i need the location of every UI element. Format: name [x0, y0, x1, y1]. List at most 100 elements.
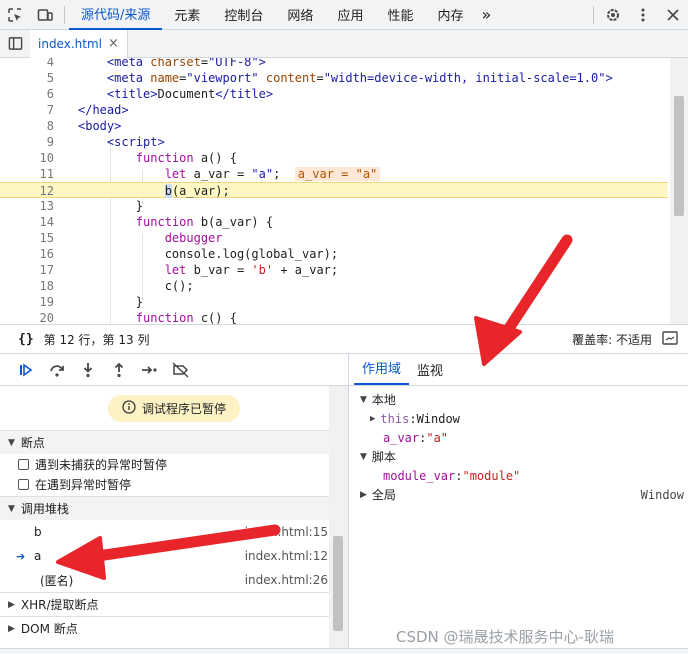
scope-a-var-row[interactable]: a_var: "a"	[350, 428, 688, 447]
scope-this-row[interactable]: ▶ this: Window	[350, 409, 688, 428]
dom-breakpoints-header[interactable]: ▶ DOM 断点	[0, 616, 348, 640]
scrollbar-thumb[interactable]	[333, 536, 343, 631]
scope-global-label: 全局	[371, 488, 396, 502]
code-line: 20 function c() {	[39, 311, 237, 324]
scope-local-label: 本地	[371, 393, 396, 407]
tab-application[interactable]: 应用	[325, 0, 375, 30]
code-line: 14 function b(a_var) {	[39, 215, 274, 229]
pause-uncaught-checkbox[interactable]	[18, 458, 29, 470]
this-key: this	[380, 411, 410, 426]
toggle-navigator-icon[interactable]	[0, 30, 30, 58]
code-line: 17 let b_var = 'b' + a_var;	[39, 263, 339, 277]
code-line: 16 console.log(global_var);	[39, 247, 339, 261]
watermark: CSDN @瑞晟技术服务中心-耿瑞	[396, 628, 614, 646]
callstack-frame[interactable]: b index.html:15	[0, 520, 348, 544]
paused-banner: 调试程序已暂停	[0, 386, 348, 430]
frame-name: b	[34, 525, 42, 539]
scrollbar-thumb[interactable]	[674, 96, 684, 216]
tab-console[interactable]: 控制台	[212, 0, 275, 30]
code-line: 13 }	[39, 199, 144, 213]
scope-local[interactable]: ▼ 本地	[350, 390, 688, 409]
pause-caught-label: 在遇到异常时暂停	[35, 477, 132, 492]
frame-location[interactable]: index.html:15	[245, 525, 328, 539]
file-tab-bar: index.html ×	[0, 29, 688, 58]
resume-icon[interactable]	[10, 356, 41, 384]
close-file-icon[interactable]: ×	[108, 36, 119, 51]
drawer-tab-strip	[0, 648, 688, 654]
coverage-status: 覆盖率: 不适用	[572, 332, 652, 347]
screenshot-icon[interactable]	[662, 330, 678, 348]
pause-caught-checkbox[interactable]	[18, 478, 29, 490]
step-over-icon[interactable]	[41, 356, 72, 384]
more-tabs-button[interactable]: »	[475, 0, 497, 30]
callstack-title: 调用堆栈	[20, 502, 69, 516]
global-value: Window	[640, 487, 684, 502]
pretty-print-button[interactable]: {}	[18, 332, 34, 347]
callstack-frame[interactable]: (匿名) index.html:26	[0, 568, 348, 592]
code-line: 5 <meta name="viewport" content="width=d…	[46, 71, 613, 85]
scope-script[interactable]: ▼ 脚本	[350, 447, 688, 466]
scope-global[interactable]: ▶ 全局 Window	[350, 485, 688, 504]
tab-performance[interactable]: 性能	[375, 0, 425, 30]
frame-name: a	[34, 549, 42, 563]
breakpoints-title: 断点	[20, 436, 45, 450]
scope-pane: 作用域 监视 ▼ 本地 ▶ this: Window a_var: "a" ▼ …	[350, 354, 688, 654]
sidebar-scrollbar[interactable]	[329, 386, 348, 654]
tab-elements[interactable]: 元素	[162, 0, 212, 30]
step-out-icon[interactable]	[103, 356, 134, 384]
inspect-element-icon[interactable]	[0, 0, 30, 30]
xhr-breakpoints-header[interactable]: ▶ XHR/提取断点	[0, 592, 348, 616]
dom-title: DOM 断点	[20, 622, 78, 636]
tab-scope[interactable]: 作用域	[354, 358, 410, 385]
cursor-position: 第 12 行，第 13 列	[43, 332, 150, 347]
a-var-value: "a"	[426, 430, 449, 445]
paused-text: 调试程序已暂停	[141, 401, 226, 416]
file-tab-label: index.html	[38, 36, 102, 51]
code-editor[interactable]: 4 <meta charset="UTF-8"> 5 <meta name="v…	[0, 58, 688, 324]
frame-location[interactable]: index.html:12	[245, 549, 328, 563]
pause-caught-row[interactable]: 在遇到异常时暂停	[0, 474, 348, 494]
device-toolbar-icon[interactable]	[30, 0, 60, 30]
inline-value-badge: a_var = "a"	[294, 167, 381, 181]
code-line: 18 c();	[39, 279, 194, 293]
more-options-icon[interactable]	[628, 0, 658, 30]
frame-location[interactable]: index.html:26	[245, 573, 328, 587]
close-icon[interactable]	[658, 0, 688, 30]
frame-name: (匿名)	[40, 573, 74, 588]
code-line: 7 </head>	[46, 103, 129, 117]
tab-memory[interactable]: 内存	[425, 0, 475, 30]
deactivate-breakpoints-icon[interactable]	[165, 356, 196, 384]
scope-module-var-row[interactable]: module_var: "module"	[350, 466, 688, 485]
scope-script-label: 脚本	[371, 450, 396, 464]
module-var-key: module_var	[383, 468, 456, 483]
toolbar-divider	[64, 5, 65, 24]
module-var-value: "module"	[462, 468, 521, 483]
tab-sources[interactable]: 源代码/来源	[69, 0, 163, 30]
file-tab-index[interactable]: index.html ×	[30, 29, 128, 58]
expanded-triangle-icon: ▼	[8, 503, 15, 514]
editor-scrollbar[interactable]	[670, 58, 688, 324]
editor-status-bar: {} 第 12 行，第 13 列 覆盖率: 不适用	[0, 324, 688, 354]
step-into-icon[interactable]	[72, 356, 103, 384]
collapsed-triangle-icon: ▶	[370, 413, 376, 424]
tab-watch[interactable]: 监视	[409, 360, 451, 385]
pause-uncaught-row[interactable]: 遇到未捕获的异常时暂停	[0, 454, 348, 474]
code-line: 15 debugger	[39, 231, 223, 245]
expanded-triangle-icon: ▼	[8, 437, 15, 448]
tab-network[interactable]: 网络	[275, 0, 325, 30]
code-line: 9 <script>	[46, 135, 165, 149]
step-icon[interactable]	[134, 356, 165, 384]
debugger-toolbar	[0, 354, 348, 386]
expanded-triangle-icon: ▼	[360, 394, 367, 405]
gear-icon[interactable]	[598, 0, 628, 30]
callstack-section-header[interactable]: ▼ 调用堆栈	[0, 496, 348, 520]
callstack-frame-selected[interactable]: ➔ a index.html:12	[0, 544, 348, 568]
breakpoints-section-header[interactable]: ▼ 断点	[0, 430, 348, 454]
code-line: 6 <title>Document</title>	[46, 87, 274, 101]
code-line: 4 <meta charset="UTF-8">	[46, 58, 266, 69]
scope-tabs: 作用域 监视	[350, 354, 688, 386]
info-icon	[122, 399, 136, 417]
current-execution-line: 12 b(a_var);	[0, 182, 668, 198]
code-line: 8 <body>	[46, 119, 122, 133]
collapsed-triangle-icon: ▶	[8, 623, 15, 634]
